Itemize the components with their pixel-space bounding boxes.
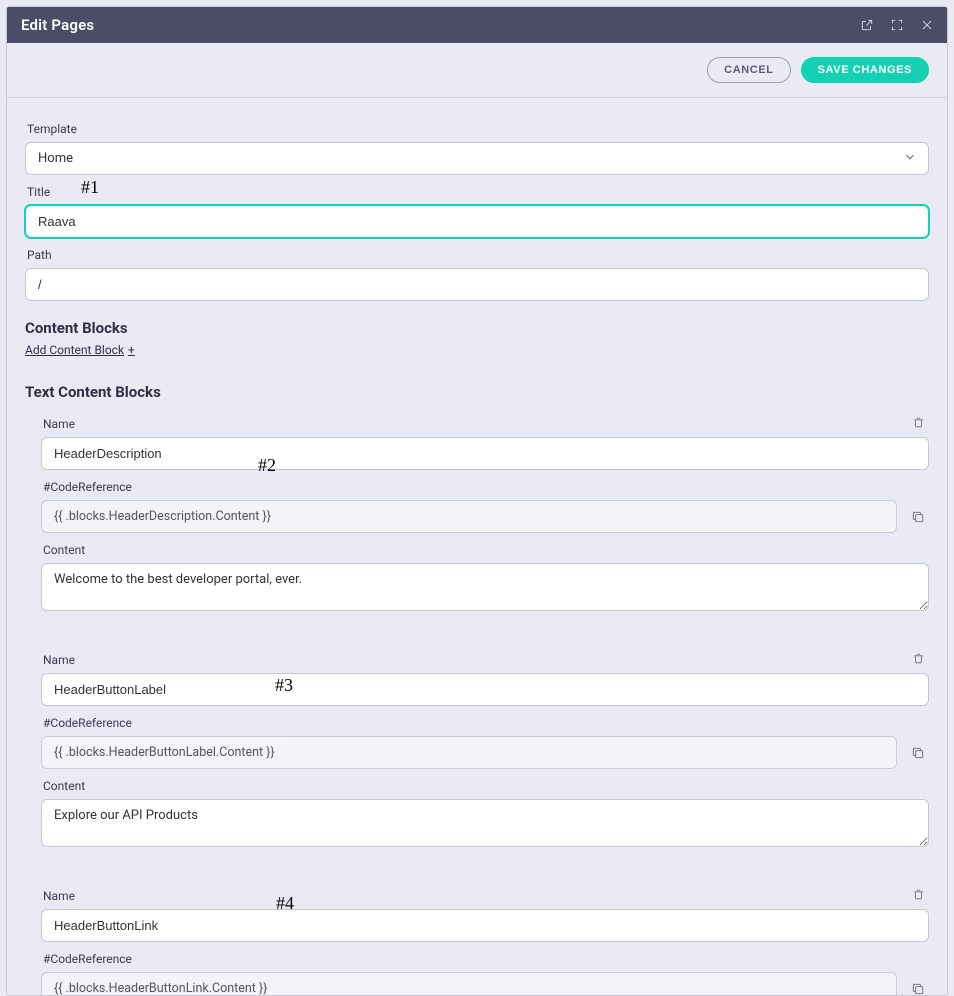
open-external-icon[interactable] [859, 17, 875, 33]
block-content-textarea[interactable] [41, 563, 929, 611]
delete-block-icon[interactable] [908, 412, 929, 433]
delete-block-icon[interactable] [908, 884, 929, 905]
code-reference-value: {{ .blocks.HeaderButtonLink.Content }} [41, 972, 897, 995]
close-icon[interactable] [919, 17, 935, 33]
path-label: Path [27, 248, 929, 262]
template-label: Template [27, 122, 929, 136]
content-blocks-heading: Content Blocks [25, 319, 929, 337]
text-content-blocks-heading: Text Content Blocks [25, 383, 929, 401]
title-input[interactable] [25, 205, 929, 238]
save-changes-button[interactable]: SAVE CHANGES [801, 57, 929, 83]
text-content-block: Name #CodeReference {{ .blocks.HeaderBut… [25, 643, 929, 873]
add-content-block-link[interactable]: Add Content Block + [25, 343, 135, 357]
block-name-input[interactable] [41, 673, 929, 706]
code-reference-value: {{ .blocks.HeaderDescription.Content }} [41, 500, 897, 533]
action-bar: CANCEL SAVE CHANGES [7, 43, 947, 98]
plus-icon: + [128, 343, 135, 357]
copy-icon[interactable] [907, 742, 929, 764]
dialog-title: Edit Pages [21, 16, 859, 34]
block-name-input[interactable] [41, 909, 929, 942]
title-label: Title [27, 185, 929, 199]
code-reference-label: #CodeReference [43, 480, 929, 494]
block-content-textarea[interactable] [41, 799, 929, 847]
name-label: Name [43, 889, 75, 903]
copy-icon[interactable] [907, 506, 929, 528]
add-content-block-label: Add Content Block [25, 343, 124, 357]
dialog-titlebar: Edit Pages [7, 7, 947, 43]
text-content-block: Name #CodeReference {{ .blocks.HeaderDes… [25, 407, 929, 637]
block-name-input[interactable] [41, 437, 929, 470]
copy-icon[interactable] [907, 978, 929, 996]
name-label: Name [43, 653, 75, 667]
form-scroll-area[interactable]: Template Home Title Path Content Blocks … [7, 98, 947, 995]
text-content-block: Name #CodeReference {{ .blocks.HeaderBut… [25, 879, 929, 995]
path-input[interactable] [25, 268, 929, 301]
code-reference-value: {{ .blocks.HeaderButtonLabel.Content }} [41, 736, 897, 769]
name-label: Name [43, 417, 75, 431]
template-select[interactable]: Home [25, 142, 929, 175]
delete-block-icon[interactable] [908, 648, 929, 669]
content-label: Content [43, 779, 929, 793]
edit-pages-dialog: Edit Pages CANCEL SAVE CHANGES Template … [6, 6, 948, 996]
code-reference-label: #CodeReference [43, 716, 929, 730]
content-label: Content [43, 543, 929, 557]
code-reference-label: #CodeReference [43, 952, 929, 966]
cancel-button[interactable]: CANCEL [707, 57, 790, 83]
maximize-icon[interactable] [889, 17, 905, 33]
